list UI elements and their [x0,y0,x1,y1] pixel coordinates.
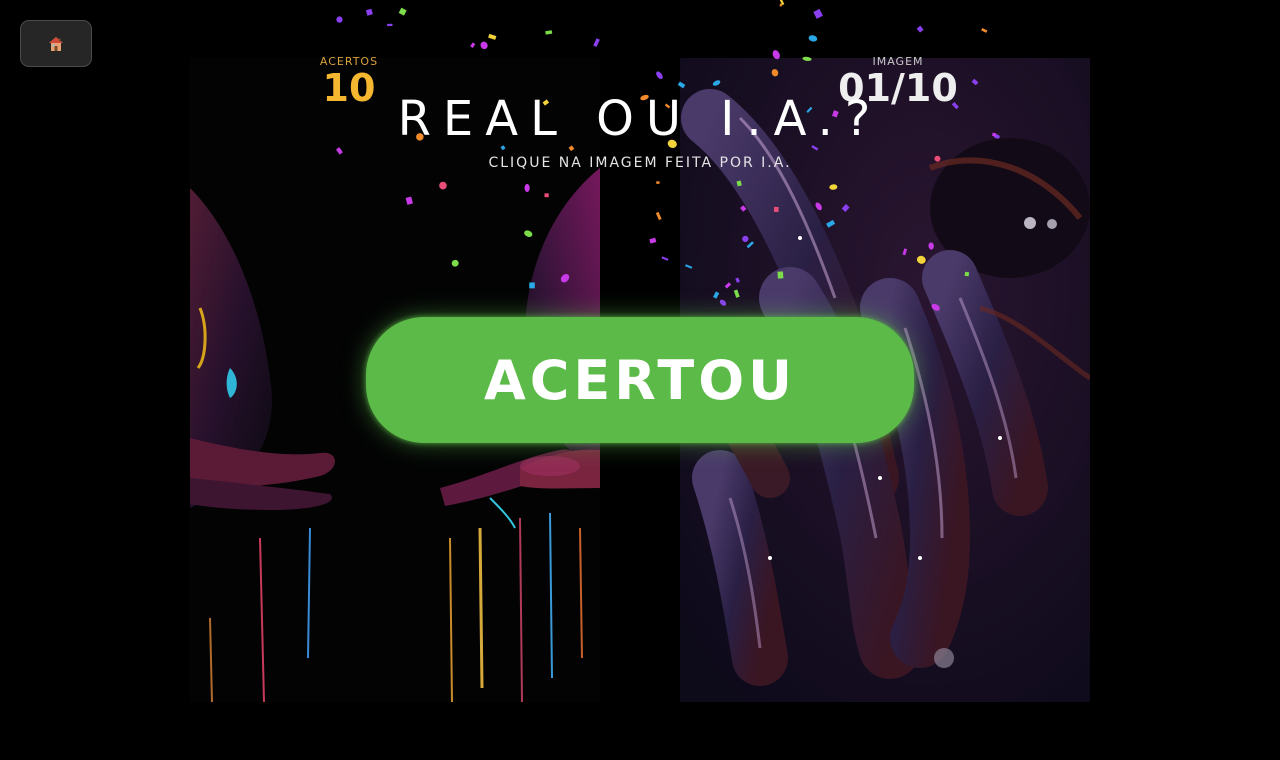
confetti-piece [593,38,600,47]
game-screen: ACERTOS 10 IMAGEM 01/10 REAL OU I.A.? CL… [0,0,1280,760]
confetti-piece [656,181,660,184]
result-banner: ACERTOU [366,317,914,443]
confetti-piece [387,23,393,27]
confetti-piece [365,8,373,16]
confetti-piece [470,42,476,48]
page-title: REAL OU I.A.? [397,91,883,147]
confetti-piece [545,30,553,35]
confetti-piece [488,33,497,40]
confetti-piece [480,41,488,50]
confetti-piece [661,256,669,261]
result-label: ACERTOU [483,348,797,412]
confetti-piece [656,71,663,80]
confetti-piece [916,25,924,33]
page-subtitle: CLIQUE NA IMAGEM FEITA POR I.A. [488,155,792,171]
home-button[interactable] [20,20,92,67]
confetti-piece [649,237,657,244]
confetti-piece [398,7,407,16]
confetti-piece [779,0,785,6]
confetti-piece [779,3,783,7]
confetti-piece [813,8,823,19]
confetti-piece [655,211,662,221]
house-icon [49,36,63,51]
confetti-piece [336,16,343,23]
confetti-piece [981,28,988,33]
confetti-piece [808,35,818,42]
